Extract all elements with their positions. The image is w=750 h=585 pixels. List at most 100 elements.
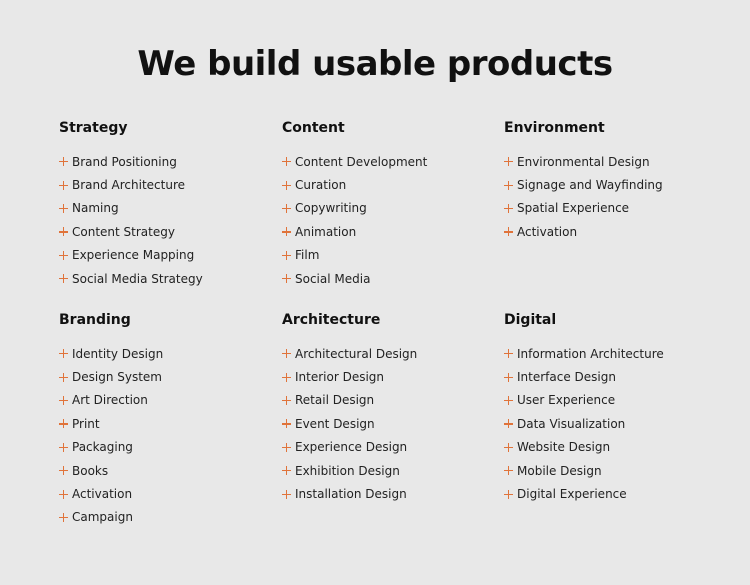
list-item: Books	[59, 459, 279, 482]
plus-icon	[282, 227, 291, 237]
list-item: Information Architecture	[504, 342, 724, 365]
plus-icon	[282, 203, 291, 213]
list-item-label: Mobile Design	[517, 463, 602, 478]
list-item: Spatial Experience	[504, 197, 724, 220]
list-item-label: Print	[72, 416, 100, 431]
list-item: Installation Design	[282, 482, 502, 505]
list-item: Website Design	[504, 436, 724, 459]
list-item: Packaging	[59, 436, 279, 459]
list-item: Campaign	[59, 506, 279, 529]
section-branding: Branding Identity Design Design System Art…	[59, 310, 279, 529]
list-item-label: Installation Design	[295, 487, 407, 502]
plus-icon	[282, 372, 291, 382]
list-item: Digital Experience	[504, 482, 724, 505]
plus-icon	[282, 419, 291, 429]
plus-icon	[504, 466, 513, 476]
plus-icon	[504, 489, 513, 499]
list-item-label: Animation	[295, 224, 357, 239]
list-item: Brand Positioning	[59, 150, 279, 173]
list-item-label: Spatial Experience	[517, 201, 630, 216]
list-item: Design System	[59, 365, 279, 388]
plus-icon	[282, 157, 291, 167]
list-item: Experience Design	[282, 436, 502, 459]
plus-icon	[59, 203, 68, 213]
list-item: Exhibition Design	[282, 459, 502, 482]
list-item-label: Brand Architecture	[72, 178, 186, 193]
plus-icon	[59, 489, 68, 499]
list-item-label: Brand Positioning	[72, 154, 177, 169]
plus-icon	[282, 180, 291, 190]
list-item: Content Development	[282, 150, 502, 173]
section-title: Digital	[504, 312, 557, 328]
list-item-label: Naming	[72, 201, 119, 216]
list-item: Experience Mapping	[59, 244, 279, 267]
item-list: Content Development Curation Copywriting An…	[282, 150, 502, 290]
list-item: Content Strategy	[59, 220, 279, 243]
section-title: Content	[282, 120, 345, 136]
list-item-label: Signage and Wayfinding	[517, 178, 663, 193]
section-content: Content Content Development Curation Copyw…	[282, 118, 502, 290]
plus-icon	[282, 349, 291, 359]
list-item-label: Activation	[517, 224, 578, 239]
page: We build usable products Strategy Brand …	[0, 0, 750, 585]
list-item-label: Exhibition Design	[295, 463, 400, 478]
plus-icon	[504, 419, 513, 429]
list-item: Environmental Design	[504, 150, 724, 173]
list-item-label: Packaging	[72, 440, 133, 455]
list-item: Activation	[504, 220, 724, 243]
list-item: Film	[282, 244, 502, 267]
list-item: Identity Design	[59, 342, 279, 365]
list-item: Retail Design	[282, 389, 502, 412]
list-item: User Experience	[504, 389, 724, 412]
list-item: Interior Design	[282, 365, 502, 388]
list-item-label: Architectural Design	[295, 346, 418, 361]
plus-icon	[282, 395, 291, 405]
list-item-label: Social Media Strategy	[72, 271, 203, 286]
list-item-label: Interior Design	[295, 370, 385, 385]
list-item-label: Website Design	[517, 440, 611, 455]
plus-icon	[59, 419, 68, 429]
plus-icon	[59, 466, 68, 476]
plus-icon	[504, 203, 513, 213]
section-title: Strategy	[59, 120, 128, 136]
section-title: Environment	[504, 120, 605, 136]
list-item-label: Experience Mapping	[72, 248, 195, 263]
list-item-label: Identity Design	[72, 346, 164, 361]
plus-icon	[282, 274, 291, 284]
list-item-label: Content Strategy	[72, 224, 175, 239]
list-item-label: Film	[295, 248, 320, 263]
plus-icon	[504, 372, 513, 382]
list-item-label: Digital Experience	[517, 487, 627, 502]
item-list: Identity Design Design System Art Directio…	[59, 342, 279, 529]
plus-icon	[59, 442, 68, 452]
plus-icon	[282, 442, 291, 452]
section-architecture: Architecture Architectural Design Interio…	[282, 310, 502, 506]
list-item-label: Experience Design	[295, 440, 408, 455]
list-item-label: Interface Design	[517, 370, 616, 385]
list-item: Signage and Wayfinding	[504, 173, 724, 196]
list-item-label: User Experience	[517, 393, 616, 408]
plus-icon	[59, 512, 68, 522]
page-headline: We build usable products	[137, 44, 613, 84]
list-item: Event Design	[282, 412, 502, 435]
list-item-label: Copywriting	[295, 201, 367, 216]
section-title: Branding	[59, 312, 131, 328]
plus-icon	[504, 227, 513, 237]
plus-icon	[59, 227, 68, 237]
item-list: Environmental Design Signage and Wayfindi…	[504, 150, 724, 244]
section-digital: Digital Information Architecture Interfac…	[504, 310, 724, 506]
section-environment: Environment Environmental Design Signage …	[504, 118, 724, 244]
list-item-label: Information Architecture	[517, 346, 664, 361]
list-item: Social Media Strategy	[59, 267, 279, 290]
list-item: Brand Architecture	[59, 173, 279, 196]
plus-icon	[504, 442, 513, 452]
list-item-label: Activation	[72, 487, 133, 502]
item-list: Brand Positioning Brand Architecture Namin…	[59, 150, 279, 290]
list-item-label: Content Development	[295, 154, 428, 169]
plus-icon	[59, 349, 68, 359]
item-list: Architectural Design Interior Design Retai…	[282, 342, 502, 506]
item-list: Information Architecture Interface Design…	[504, 342, 724, 506]
list-item-label: Retail Design	[295, 393, 375, 408]
list-item: Curation	[282, 173, 502, 196]
list-item: Data Visualization	[504, 412, 724, 435]
